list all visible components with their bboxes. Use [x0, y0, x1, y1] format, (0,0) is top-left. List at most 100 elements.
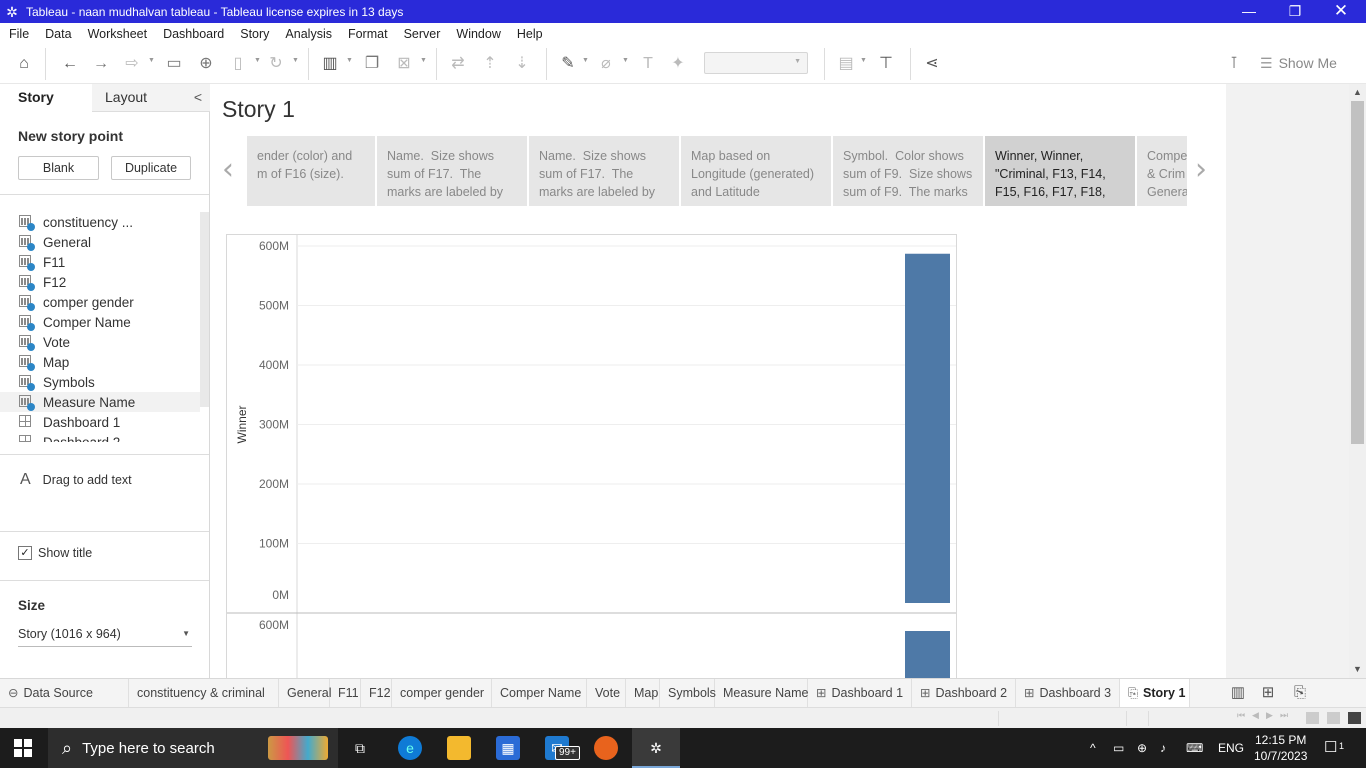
highlight-icon[interactable]: ✎ [556, 52, 580, 76]
group-icon[interactable]: ⌀ [594, 52, 618, 76]
story-point[interactable]: Map based on Longitude (generated) and Lat… [681, 136, 831, 206]
sheet-list-item[interactable]: Vote [0, 332, 200, 352]
sheet-list-item[interactable]: F11 [0, 252, 200, 272]
sheet-list-item[interactable]: constituency ... [0, 212, 200, 232]
share-icon[interactable]: ⋖ [920, 52, 944, 76]
collapse-panel-icon[interactable]: < [194, 84, 202, 111]
balloons-widget-icon[interactable] [268, 736, 328, 760]
edge-icon[interactable]: e [398, 736, 422, 760]
undo-icon[interactable]: ← [58, 52, 82, 76]
close-button[interactable]: ✕ [1318, 0, 1364, 23]
menu-story[interactable]: Story [231, 27, 276, 41]
replay-icon[interactable]: ⇨ [120, 52, 144, 76]
sheet-list-item[interactable]: General [0, 232, 200, 252]
story-point-active[interactable]: Winner, Winner, "Criminal, F13, F14, F15, … [985, 136, 1135, 206]
minimize-button[interactable]: — [1226, 0, 1272, 23]
restore-button[interactable]: ❐ [1272, 0, 1318, 23]
sort-descending-icon[interactable]: ⇣ [510, 52, 534, 76]
sheet-list-item[interactable]: Map [0, 352, 200, 372]
new-worksheet-icon[interactable]: ▥ [318, 52, 342, 76]
story-prev-arrow[interactable]: ‹ [222, 152, 234, 187]
clock[interactable]: 12:15 PM 10/7/2023 [1254, 732, 1307, 764]
clear-sheet-icon[interactable]: ⊠ [392, 52, 416, 76]
last-sheet-icon[interactable]: ⏭ [1280, 710, 1288, 721]
menu-dashboard[interactable]: Dashboard [154, 27, 231, 41]
sheet-tab[interactable]: Symbols [660, 679, 716, 707]
keyboard-icon[interactable]: ⌨ [1186, 728, 1203, 768]
task-view-icon[interactable]: ⧉ [348, 736, 372, 760]
sheet-tab[interactable]: ⊞ Dashboard 1 [808, 679, 912, 707]
menu-help[interactable]: Help [508, 27, 550, 41]
sheet-tab[interactable]: ⎘ Story 1 [1120, 679, 1190, 707]
story-title[interactable]: Story 1 [222, 96, 295, 123]
new-dashboard-tab-icon[interactable]: ⊞ [1256, 681, 1280, 705]
story-point[interactable]: Symbol. Color shows sum of F9. Size shows… [833, 136, 983, 206]
checkbox-checked-icon[interactable]: ✓ [18, 546, 32, 560]
microsoft-store-icon[interactable]: ▦ [496, 736, 520, 760]
menu-window[interactable]: Window [447, 27, 507, 41]
refresh-icon[interactable]: ↻ [264, 52, 288, 76]
sheet-tab[interactable]: ⊞ Dashboard 3 [1016, 679, 1120, 707]
sheet-list-item[interactable]: Dashboard 2 [0, 432, 200, 442]
sheet-list-item[interactable]: Measure Name [0, 392, 200, 412]
filmstrip-view-icon[interactable] [1306, 712, 1319, 724]
first-sheet-icon[interactable]: ⏮ [1237, 710, 1245, 721]
story-vertical-scrollbar[interactable]: ▲ ▼ [1349, 84, 1366, 678]
notifications-icon[interactable]: ☐ [1324, 728, 1337, 768]
story-next-arrow[interactable]: › [1195, 152, 1207, 187]
labels-icon[interactable]: T [636, 52, 660, 76]
new-story-tab-icon[interactable]: ⎘ [1288, 681, 1312, 705]
story-point[interactable]: Name. Size shows sum of F17. The marks are… [377, 136, 527, 206]
sheet-tab[interactable]: comper gender [392, 679, 492, 707]
menu-worksheet[interactable]: Worksheet [79, 27, 155, 41]
redo-icon[interactable]: → [89, 52, 113, 76]
new-data-source-icon[interactable]: ⊕ [194, 52, 218, 76]
story-point[interactable]: Compe & Crim Genera [1137, 136, 1187, 206]
battery-icon[interactable]: ▭ [1113, 728, 1124, 768]
story-point[interactable]: Name. Size shows sum of F17. The marks are… [529, 136, 679, 206]
tabs-view-icon[interactable] [1348, 712, 1361, 724]
menu-analysis[interactable]: Analysis [276, 27, 339, 41]
scroll-down-icon[interactable]: ▼ [1349, 664, 1366, 674]
sheet-tab[interactable]: Map [626, 679, 660, 707]
sort-ascending-icon[interactable]: ⇡ [478, 52, 502, 76]
swap-icon[interactable]: ⇄ [446, 52, 470, 76]
volume-icon[interactable]: ♪ [1160, 728, 1166, 768]
sheet-list-item[interactable]: Dashboard 1 [0, 412, 200, 432]
sheet-list-item[interactable]: F12 [0, 272, 200, 292]
sheet-tab[interactable]: Measure Name [715, 679, 808, 707]
format-painter-icon[interactable]: ⊺ [1222, 52, 1246, 76]
show-me-button[interactable]: ☰ Show Me [1260, 52, 1337, 74]
scrollbar-thumb[interactable] [1351, 101, 1364, 444]
sheet-tab[interactable]: F12 [361, 679, 392, 707]
network-icon[interactable]: ⊕ [1137, 728, 1147, 768]
windows-start-icon[interactable] [14, 739, 32, 757]
menu-format[interactable]: Format [339, 27, 395, 41]
show-hidden-icons-icon[interactable]: ^ [1090, 728, 1096, 768]
sheet-tab[interactable]: Comper Name [492, 679, 587, 707]
tableau-taskbar-icon[interactable]: ✲ [644, 736, 668, 760]
sheet-tab[interactable]: constituency & criminal [129, 679, 279, 707]
pause-updates-icon[interactable]: ▯ [226, 52, 250, 76]
sheet-tab[interactable]: Vote [587, 679, 626, 707]
sheet-list-item[interactable]: Comper Name [0, 312, 200, 332]
sheet-tab[interactable]: General [279, 679, 331, 707]
menu-file[interactable]: File [0, 27, 36, 41]
language-indicator[interactable]: ENG [1218, 728, 1244, 768]
sheet-tab[interactable]: ⊞ Dashboard 2 [912, 679, 1016, 707]
menu-server[interactable]: Server [395, 27, 448, 41]
scroll-up-icon[interactable]: ▲ [1349, 87, 1366, 97]
new-worksheet-tab-icon[interactable]: ▥ [1226, 681, 1250, 705]
next-sheet-icon[interactable]: ▶ [1266, 710, 1273, 721]
drag-to-add-text[interactable]: A Drag to add text [20, 471, 132, 489]
presentation-mode-icon[interactable]: ⊤ [874, 52, 898, 76]
fit-icon[interactable]: ▤ [834, 52, 858, 76]
sheet-list-item[interactable]: Symbols [0, 372, 200, 392]
tab-layout[interactable]: Layout < [92, 84, 210, 112]
sheet-list-scrollbar[interactable] [200, 212, 209, 407]
blank-button[interactable]: Blank [18, 156, 99, 180]
story-point[interactable]: ender (color) and m of F16 (size). [247, 136, 375, 206]
show-title-checkbox[interactable]: ✓ Show title [18, 546, 92, 560]
prev-sheet-icon[interactable]: ◀ [1252, 710, 1259, 721]
duplicate-sheet-icon[interactable]: ❐ [360, 52, 384, 76]
